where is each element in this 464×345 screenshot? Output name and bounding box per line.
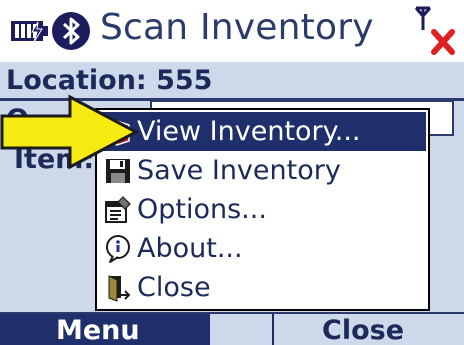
options-icon: [105, 195, 131, 223]
menu-item-close[interactable]: Close: [99, 268, 426, 307]
title-bar: Scan Inventory: [0, 0, 464, 62]
pointer-arrow: [0, 94, 140, 170]
menu-item-label: View Inventory...: [137, 116, 361, 147]
menu-item-save-inventory[interactable]: Save Inventory: [99, 151, 426, 190]
bluetooth-icon: [52, 12, 90, 50]
menu-item-options[interactable]: Options...: [99, 190, 426, 229]
menu-item-label: About...: [137, 233, 243, 264]
exit-door-icon: [108, 274, 131, 302]
popup-menu: View Inventory... Save Inventory Options…: [95, 108, 430, 311]
menu-item-about[interactable]: About...: [99, 229, 426, 268]
softkey-bar: Menu Close: [0, 312, 464, 345]
menu-item-label: Save Inventory: [137, 155, 341, 186]
info-bubble-icon: [106, 234, 130, 263]
menu-item-label: Close: [137, 272, 211, 303]
menu-softkey[interactable]: Menu: [0, 314, 210, 345]
location-label: Location: 555: [6, 65, 213, 96]
softkey-divider: [272, 314, 274, 345]
no-signal-icon: [414, 6, 455, 55]
app-title: Scan Inventory: [100, 7, 374, 48]
menu-item-view-inventory[interactable]: View Inventory...: [99, 112, 426, 151]
close-softkey[interactable]: Close: [322, 314, 404, 345]
battery-icon: [11, 21, 48, 43]
menu-item-label: Options...: [137, 194, 267, 225]
